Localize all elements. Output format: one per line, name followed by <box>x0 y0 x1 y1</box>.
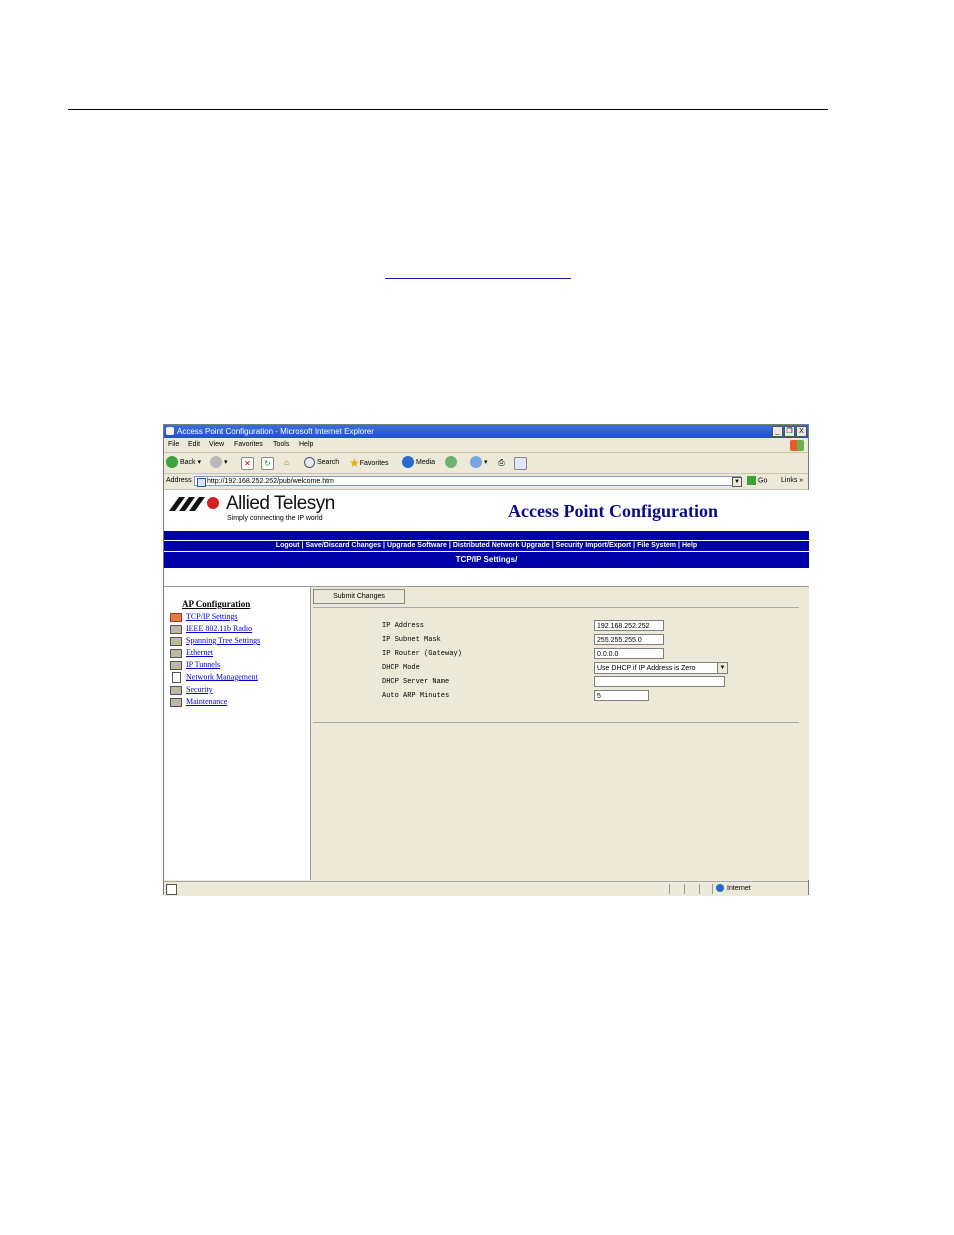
media-button[interactable]: Media <box>402 456 435 470</box>
security-zone: Internet <box>716 884 751 892</box>
forward-button[interactable]: ▾ <box>210 456 228 470</box>
status-bar: Internet <box>164 881 808 896</box>
folder-icon <box>170 685 182 695</box>
auto-arp-input[interactable]: 5 <box>594 690 649 701</box>
dhcp-mode-label: DHCP Mode <box>382 664 420 672</box>
settings-panel: Submit Changes IP Address 192.168.252.25… <box>311 586 809 880</box>
tree-item-spanning-tree[interactable]: Spanning Tree Settings <box>170 636 260 646</box>
address-dropdown-button[interactable]: ▼ <box>732 477 742 487</box>
folder-icon <box>170 624 182 634</box>
tree-title: AP Configuration <box>182 599 251 609</box>
minimize-button[interactable]: _ <box>772 426 783 437</box>
forward-arrow-icon <box>210 456 222 469</box>
globe-icon <box>716 884 724 892</box>
subnet-mask-label: IP Subnet Mask <box>382 636 441 644</box>
window-title: Access Point Configuration - Microsoft I… <box>177 427 374 436</box>
submit-changes-button[interactable]: Submit Changes <box>313 589 405 604</box>
search-icon <box>304 456 315 468</box>
nav-logout[interactable]: Logout <box>276 542 300 549</box>
navigation-tree: AP Configuration TCP/IP Settings IEEE 80… <box>164 586 311 880</box>
toolbar: Back ▾ ▾ ✕ ↻ ⌂ Search ★Favorites Media ▾… <box>164 453 808 474</box>
chevron-down-icon[interactable]: ▼ <box>717 663 727 673</box>
menu-file[interactable]: File <box>168 441 179 448</box>
menu-bar: File Edit View Favorites Tools Help <box>164 439 808 453</box>
mail-icon <box>470 456 482 469</box>
history-button[interactable] <box>445 456 459 470</box>
star-icon: ★ <box>349 456 360 470</box>
page-icon <box>197 478 206 487</box>
links-button[interactable]: Links » <box>781 477 803 484</box>
menu-favorites[interactable]: Favorites <box>234 441 263 448</box>
menu-tools[interactable]: Tools <box>273 441 289 448</box>
window-controls: _ ❐ X <box>771 426 807 437</box>
browser-window: Access Point Configuration - Microsoft I… <box>163 424 809 896</box>
folder-icon <box>170 636 182 646</box>
nav-file-system[interactable]: File System <box>637 542 676 549</box>
gateway-input[interactable]: 0.0.0.0 <box>594 648 664 659</box>
address-bar: Address http://192.168.252.252/pub/welco… <box>164 474 808 490</box>
page-title: Access Point Configuration <box>508 501 718 521</box>
stop-icon[interactable]: ✕ <box>241 457 254 470</box>
edit-icon[interactable] <box>514 457 527 470</box>
auto-arp-label: Auto ARP Minutes <box>382 692 450 700</box>
tree-item-tcpip[interactable]: TCP/IP Settings <box>170 612 238 622</box>
media-icon <box>402 456 414 469</box>
back-button[interactable]: Back ▾ <box>166 456 201 470</box>
tree-item-radio[interactable]: IEEE 802.11b Radio <box>170 624 252 634</box>
ip-address-input[interactable]: 192.168.252.252 <box>594 620 664 631</box>
logo-mark-icon <box>169 497 219 511</box>
tree-item-ip-tunnels[interactable]: IP Tunnels <box>170 660 220 670</box>
document-icon <box>172 672 181 683</box>
dhcp-server-label: DHCP Server Name <box>382 678 450 686</box>
back-arrow-icon <box>166 456 178 469</box>
close-button[interactable]: X <box>796 426 807 437</box>
address-url: http://192.168.252.252/pub/welcome.htm <box>207 478 334 485</box>
folder-icon <box>170 660 182 670</box>
menu-edit[interactable]: Edit <box>188 441 200 448</box>
refresh-icon[interactable]: ↻ <box>261 457 274 470</box>
windows-logo-icon <box>790 440 804 451</box>
menu-view[interactable]: View <box>209 441 224 448</box>
address-input[interactable]: http://192.168.252.252/pub/welcome.htm <box>194 476 741 487</box>
folder-open-icon <box>170 612 182 622</box>
search-button[interactable]: Search <box>304 456 339 470</box>
link-underline <box>385 278 571 279</box>
nav-bar: Logout | Save/Discard Changes | Upgrade Soft… <box>164 531 809 568</box>
go-button[interactable]: Go <box>747 476 767 485</box>
folder-icon <box>170 697 182 707</box>
tree-item-security[interactable]: Security <box>170 685 213 695</box>
ip-address-label: IP Address <box>382 622 425 630</box>
nav-distributed-upgrade[interactable]: Distributed Network Upgrade <box>453 542 550 549</box>
go-arrow-icon <box>747 476 756 485</box>
dhcp-server-input[interactable] <box>594 676 725 687</box>
print-icon[interactable]: ⎙ <box>496 457 507 468</box>
history-icon <box>445 456 457 469</box>
ie-icon <box>166 427 174 435</box>
folder-icon <box>170 648 182 658</box>
title-bar: Access Point Configuration - Microsoft I… <box>164 425 808 438</box>
subnet-mask-input[interactable]: 255.255.255.0 <box>594 634 664 645</box>
page-status-icon <box>166 884 177 895</box>
page-rule <box>68 109 828 110</box>
home-icon[interactable]: ⌂ <box>281 457 292 468</box>
brand-name: Allied Telesyn <box>226 493 335 514</box>
menu-help[interactable]: Help <box>299 441 313 448</box>
section-title: TCP/IP Settings/ <box>455 555 518 564</box>
nav-links: Logout | Save/Discard Changes | Upgrade Soft… <box>275 542 698 549</box>
brand-tagline: Simply connecting the IP world <box>227 515 323 522</box>
address-label: Address <box>166 477 192 484</box>
tree-item-maintenance[interactable]: Maintenance <box>170 697 227 707</box>
page-content: Allied Telesyn Simply connecting the IP … <box>164 490 809 880</box>
restore-button[interactable]: ❐ <box>784 426 795 437</box>
favorites-button[interactable]: ★Favorites <box>349 456 389 471</box>
gateway-label: IP Router (Gateway) <box>382 650 462 658</box>
tree-item-ethernet[interactable]: Ethernet <box>170 648 213 658</box>
mail-button[interactable]: ▾ <box>470 456 488 470</box>
nav-upgrade-software[interactable]: Upgrade Software <box>387 542 447 549</box>
dhcp-mode-select[interactable]: Use DHCP if IP Address is Zero ▼ <box>594 662 728 674</box>
tree-item-network-management[interactable]: Network Management <box>170 672 258 683</box>
nav-help[interactable]: Help <box>682 542 697 549</box>
nav-save-discard[interactable]: Save/Discard Changes <box>306 542 381 549</box>
nav-security-import-export[interactable]: Security Import/Export <box>556 542 631 549</box>
